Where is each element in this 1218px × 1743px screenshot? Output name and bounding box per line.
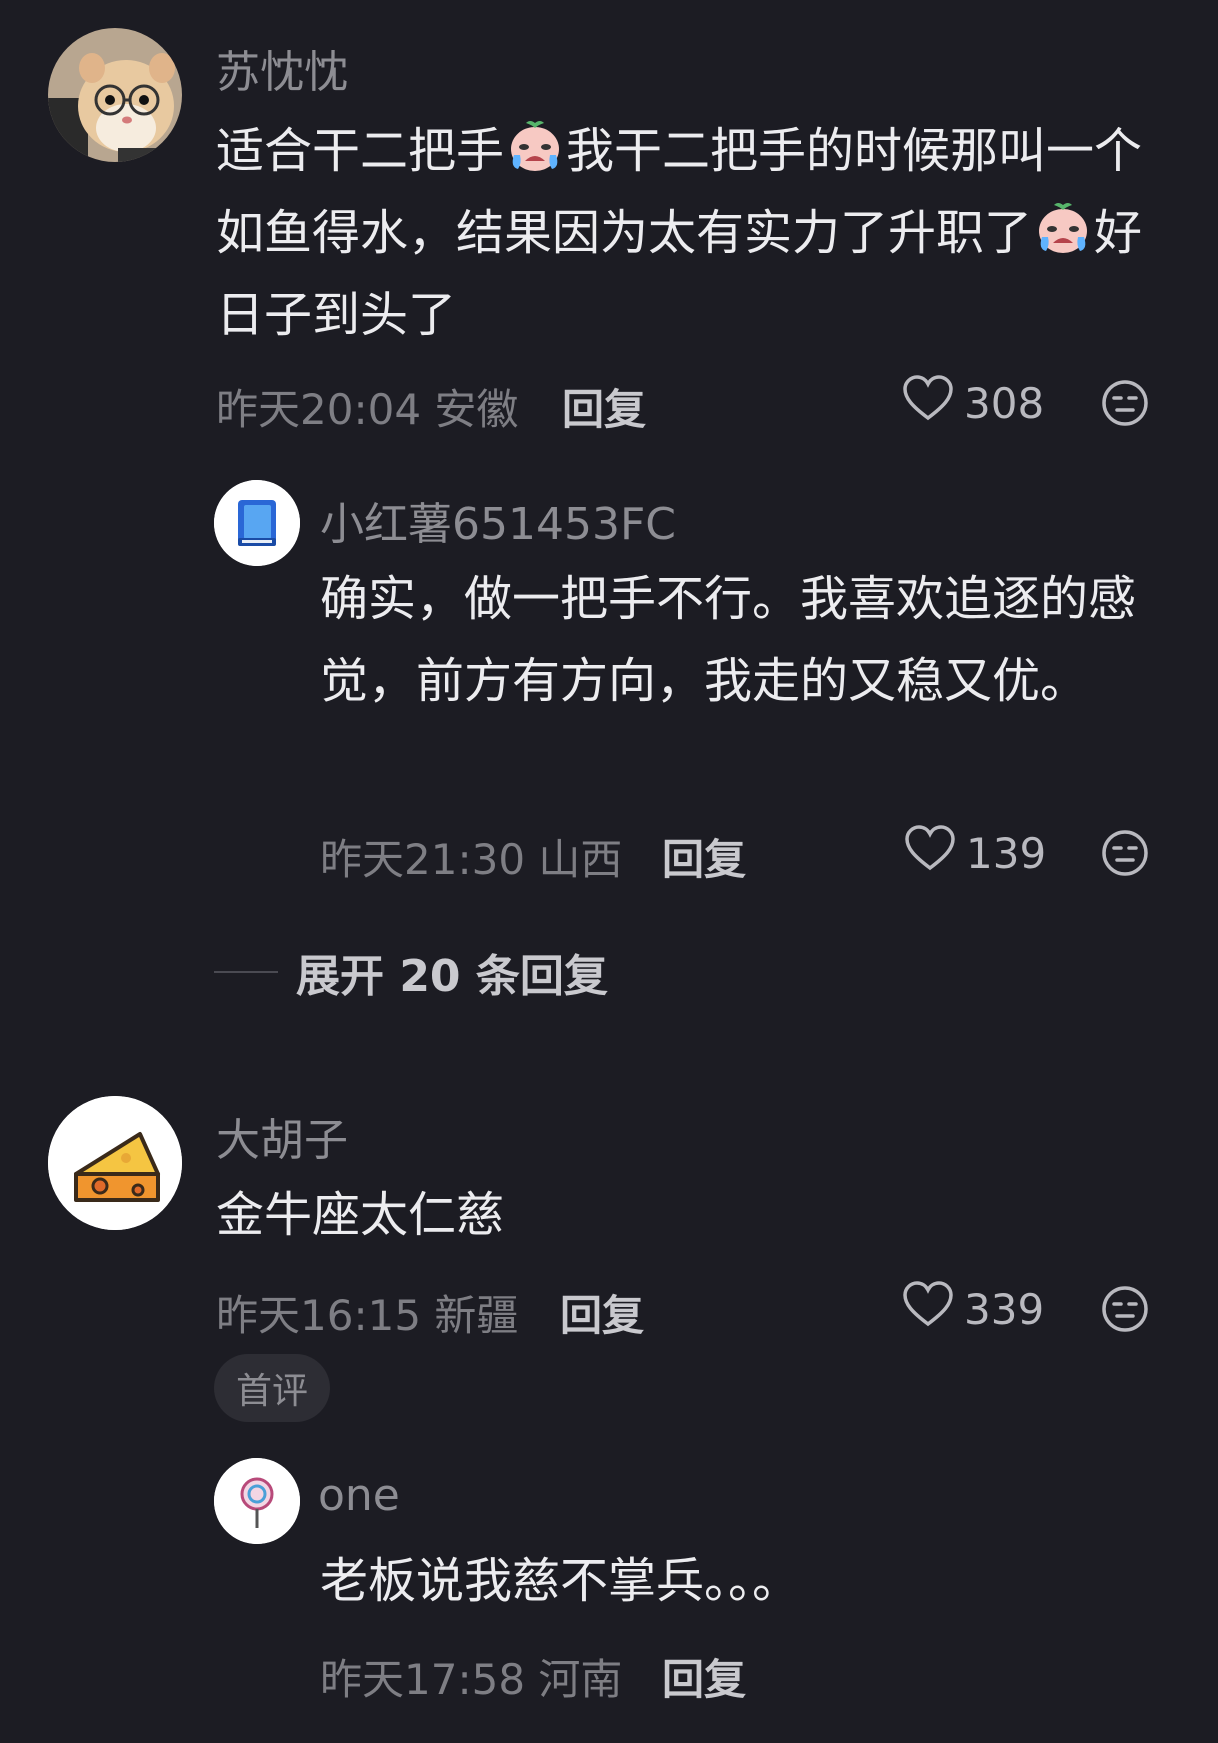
reply-username[interactable]: one	[318, 1470, 400, 1521]
neutral-face-icon	[1100, 828, 1150, 878]
reaction-button[interactable]	[1100, 378, 1150, 428]
crying-face-emoji-icon	[506, 117, 564, 175]
comment-username[interactable]: 苏忱忱	[216, 36, 348, 100]
crying-face-emoji-icon	[1034, 199, 1092, 257]
comment-meta: 昨天16:15 新疆	[216, 1282, 518, 1343]
comment-location: 新疆	[434, 1291, 519, 1340]
heart-icon	[902, 374, 954, 432]
reply-text: 确实，做一把手不行。我喜欢追逐的感觉，前方有方向，我走的又稳又优。	[320, 571, 1137, 709]
avatar[interactable]	[48, 1096, 182, 1230]
heart-icon	[902, 1280, 954, 1338]
reply-meta: 昨天17:58 河南	[320, 1646, 622, 1707]
like-count: 139	[966, 828, 1047, 878]
like-count: 339	[964, 1284, 1045, 1334]
comment-time: 昨天16:15	[216, 1291, 422, 1340]
comment-text-part: 适合干二把手	[216, 123, 505, 179]
reply-time: 昨天17:58	[320, 1655, 526, 1704]
reply-text: 老板说我慈不掌兵。。。	[320, 1553, 801, 1609]
expand-replies-button[interactable]: 展开 20 条回复	[214, 940, 608, 1004]
expand-replies-label: 展开 20 条回复	[296, 951, 608, 1002]
like-button[interactable]: 139	[904, 824, 1046, 882]
reply-button[interactable]: 回复	[560, 1282, 644, 1343]
reply-button[interactable]: 回复	[662, 826, 746, 887]
avatar[interactable]	[214, 480, 300, 566]
neutral-face-icon	[1100, 1284, 1150, 1334]
reply-button[interactable]: 回复	[562, 376, 646, 437]
divider	[214, 971, 278, 973]
like-button[interactable]: 339	[902, 1280, 1044, 1338]
reaction-button[interactable]	[1100, 828, 1150, 878]
reply-meta: 昨天21:30 山西	[320, 826, 622, 887]
first-comment-badge: 首评	[214, 1354, 331, 1422]
comment-location: 安徽	[434, 385, 519, 434]
comment-text: 金牛座太仁慈	[216, 1187, 505, 1243]
avatar[interactable]	[214, 1458, 300, 1544]
comment-meta: 昨天20:04 安徽	[216, 376, 518, 437]
reply-button[interactable]: 回复	[662, 1646, 746, 1707]
reply-location: 河南	[538, 1655, 623, 1704]
comment-username[interactable]: 大胡子	[216, 1104, 348, 1168]
reply-time: 昨天21:30	[320, 835, 526, 884]
reply-username[interactable]: 小红薯651453FC	[320, 488, 676, 552]
like-button[interactable]: 308	[902, 374, 1044, 432]
heart-icon	[904, 824, 956, 882]
reaction-button[interactable]	[1100, 1284, 1150, 1334]
neutral-face-icon	[1100, 378, 1150, 428]
comment-time: 昨天20:04	[216, 385, 422, 434]
like-count: 308	[964, 378, 1045, 428]
reply-location: 山西	[538, 835, 623, 884]
avatar[interactable]	[48, 28, 182, 162]
comment-text: 适合干二把手 我干二把手的时候那叫一个如鱼得水，结果因为太有实力了升职了 好日子到头…	[216, 110, 1166, 356]
